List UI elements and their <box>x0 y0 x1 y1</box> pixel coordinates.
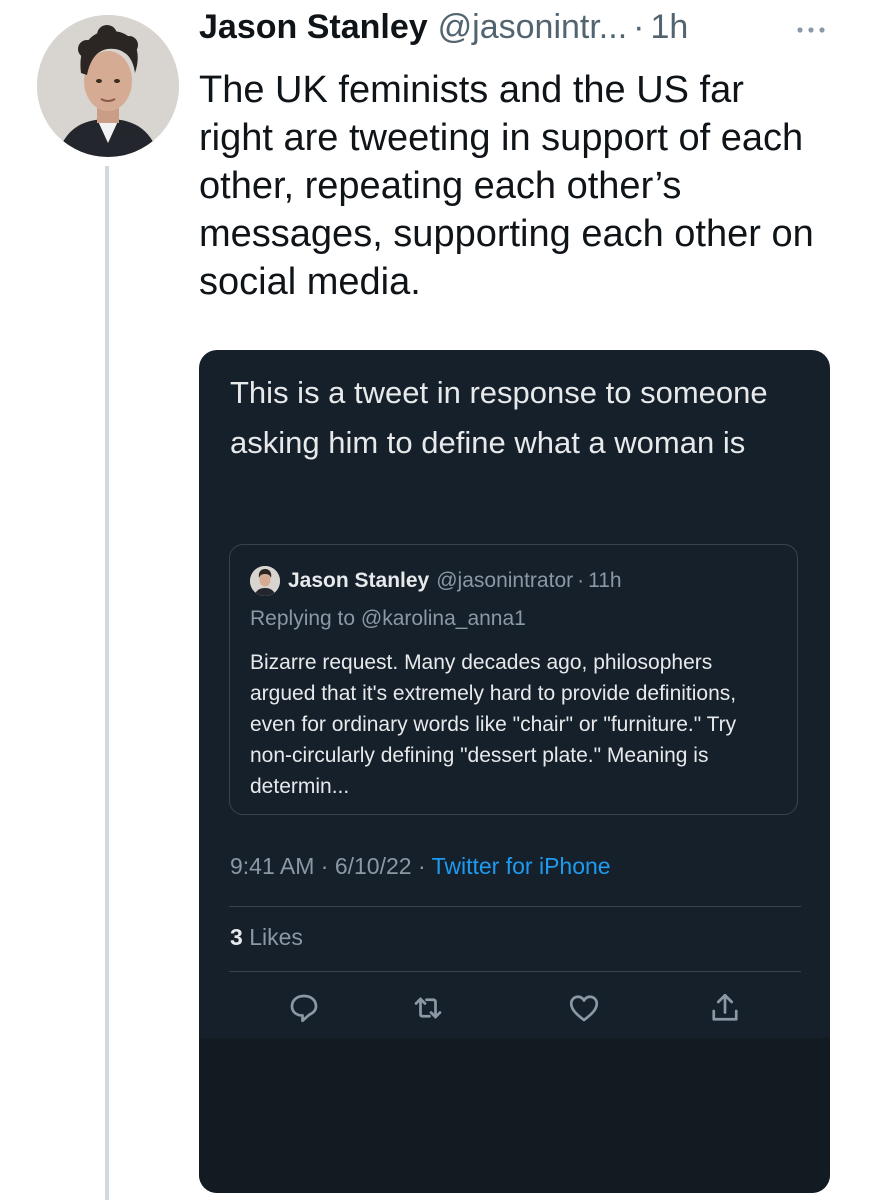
tweet-timestamp: 9:41 AM · 6/10/22 · <box>230 853 426 879</box>
tweet-time[interactable]: 1h <box>650 8 688 47</box>
quoted-author-name: Jason Stanley <box>288 569 430 592</box>
quoted-tweet-text: Bizarre request. Many decades ago, philo… <box>250 651 737 798</box>
divider <box>229 971 801 972</box>
tweet-metadata: 9:41 AM · 6/10/22 · Twitter for iPhone <box>230 853 611 880</box>
thread-line <box>105 166 109 1200</box>
tweet-source-link: Twitter for iPhone <box>431 853 611 879</box>
header-separator: · <box>633 8 645 46</box>
tweet-text: The UK feminists and the US far right ar… <box>199 69 814 303</box>
replying-to: Replying to @karolina_anna1 <box>250 607 526 631</box>
likes-count: 3 Likes <box>230 924 303 951</box>
likes-label: Likes <box>249 924 303 950</box>
tweet-header: Jason Stanley @jasonintr... · 1h <box>199 8 839 60</box>
author-avatar[interactable] <box>37 15 179 157</box>
more-horizontal-icon[interactable] <box>793 20 829 40</box>
retweet-icon <box>410 990 446 1026</box>
quoted-time: 11h <box>588 569 622 592</box>
heart-icon <box>566 990 602 1026</box>
screenshot-empty-area <box>199 1038 830 1193</box>
avatar-portrait <box>37 15 179 157</box>
replying-prefix: Replying to <box>250 607 356 630</box>
quoted-tweet-header: Jason Stanley @jasonintrator · 11h <box>250 565 790 597</box>
replying-handle: @karolina_anna1 <box>360 607 526 630</box>
screenshot-caption: This is a tweet in response to someone a… <box>230 375 768 460</box>
author-name[interactable]: Jason Stanley <box>199 8 428 47</box>
reply-icon <box>286 990 322 1026</box>
likes-number: 3 <box>230 924 243 950</box>
quoted-tweet[interactable]: Jason Stanley @jasonintrator · 11h Reply… <box>229 544 798 815</box>
quoted-author-handle: @jasonintrator <box>436 569 574 592</box>
share-icon <box>707 990 743 1026</box>
quoted-separator: · <box>577 569 585 592</box>
embedded-screenshot[interactable]: This is a tweet in response to someone a… <box>199 350 830 1193</box>
divider <box>229 906 801 907</box>
author-handle[interactable]: @jasonintr... <box>438 8 628 47</box>
quoted-author-avatar <box>250 566 280 596</box>
